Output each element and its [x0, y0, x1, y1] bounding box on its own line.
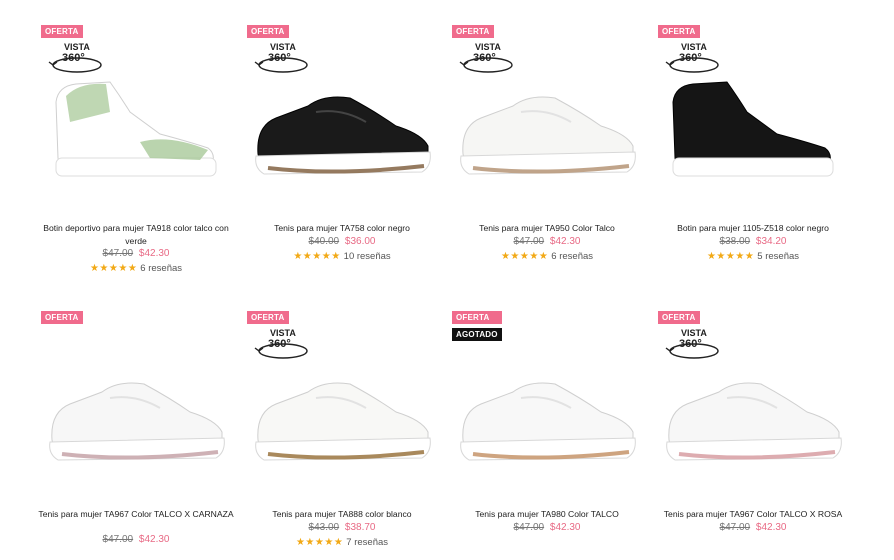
product-title[interactable]: Botin para mujer 1105-Z518 color negro — [655, 222, 851, 235]
product-image[interactable] — [657, 72, 847, 192]
product-card[interactable]: OFERTA Tenis para mujer TA967 Color TALC… — [0, 286, 234, 560]
view-360-label: VISTA — [270, 328, 296, 338]
product-image[interactable] — [246, 358, 436, 478]
view-360-icon[interactable]: VISTA 360° — [48, 42, 106, 76]
product-image[interactable] — [246, 72, 436, 192]
sale-price: $34.20 — [755, 236, 787, 247]
product-price: $47.00 $42.30 — [655, 522, 851, 533]
product-price: $38.00 $34.20 — [655, 236, 851, 247]
product-image[interactable] — [40, 72, 230, 192]
old-price: $47.00 — [102, 248, 134, 259]
product-price: $47.00 $42.30 — [38, 248, 234, 259]
old-price: $47.00 — [513, 522, 545, 533]
badges: OFERTA — [41, 311, 83, 324]
offer-badge: OFERTA — [658, 25, 700, 38]
product-title[interactable]: Tenis para mujer TA967 Color TALCO X ROS… — [655, 508, 851, 521]
badges: OFERTA — [247, 25, 289, 38]
product-image[interactable] — [451, 72, 641, 192]
sale-price: $42.30 — [138, 248, 170, 259]
offer-badge: OFERTA — [41, 311, 83, 324]
badges: OFERTA — [658, 311, 700, 324]
review-count: 7 reseñas — [346, 537, 389, 548]
product-card[interactable]: OFERTA VISTA 360° Tenis para mujer TA888… — [206, 286, 431, 560]
view-360-label: VISTA — [681, 328, 707, 338]
old-price: $47.00 — [513, 236, 545, 247]
badges: OFERTA — [658, 25, 700, 38]
sale-price: $42.30 — [755, 522, 787, 533]
review-count: 10 reseñas — [343, 251, 391, 262]
view-360-label: VISTA — [64, 42, 90, 52]
product-image[interactable] — [40, 358, 230, 478]
sold-out-badge: AGOTADO — [452, 328, 502, 341]
product-title[interactable]: Botin deportivo para mujer TA918 color t… — [38, 222, 234, 248]
old-price: $40.00 — [308, 236, 340, 247]
star-icons: ★★★★★ — [500, 251, 549, 262]
product-image[interactable] — [657, 358, 847, 478]
badges: OFERTA — [247, 311, 289, 324]
review-count: 6 reseñas — [551, 251, 594, 262]
star-icons: ★★★★★ — [293, 251, 341, 262]
view-360-label: VISTA — [681, 42, 707, 52]
product-rating[interactable]: ★★★★★ 6 reseñas — [38, 263, 234, 274]
offer-badge: OFERTA — [452, 25, 494, 38]
old-price: $38.00 — [719, 236, 751, 247]
product-card[interactable]: OFERTA VISTA 360° Tenis para mujer TA967… — [617, 286, 842, 560]
product-card[interactable]: OFERTA VISTA 360° Tenis para mujer TA950… — [411, 0, 636, 280]
product-price: $47.00 $42.30 — [449, 522, 645, 533]
review-count: 6 reseñas — [140, 263, 183, 274]
view-360-label: VISTA — [270, 42, 296, 52]
sale-price: $42.30 — [549, 522, 581, 533]
offer-badge: OFERTA — [41, 25, 83, 38]
star-icons: ★★★★★ — [295, 537, 344, 548]
review-count: 5 reseñas — [757, 251, 800, 262]
product-rating[interactable]: ★★★★★ 6 reseñas — [449, 251, 645, 262]
old-price: $43.00 — [308, 522, 340, 533]
view-360-icon[interactable]: VISTA 360° — [254, 328, 312, 362]
badges: OFERTA — [41, 25, 83, 38]
product-title[interactable]: Tenis para mujer TA967 Color TALCO X CAR… — [38, 508, 234, 521]
product-card[interactable]: OFERTA AGOTADO Tenis para mujer TA980 Co… — [411, 286, 636, 560]
product-price: $47.00 $42.30 — [449, 236, 645, 247]
product-card[interactable]: OFERTA VISTA 360° Botin deportivo para m… — [0, 0, 229, 280]
product-card[interactable]: OFERTA VISTA 360° Botin para mujer 1105-… — [617, 0, 834, 280]
star-icons: ★★★★★ — [706, 251, 755, 262]
offer-badge: OFERTA — [452, 311, 502, 324]
sale-price: $36.00 — [344, 236, 376, 247]
view-360-icon[interactable]: VISTA 360° — [459, 42, 517, 76]
product-card[interactable]: OFERTA VISTA 360° Tenis para mujer TA758… — [206, 0, 431, 280]
view-360-icon[interactable]: VISTA 360° — [254, 42, 312, 76]
sale-price: $38.70 — [344, 522, 376, 533]
product-rating[interactable]: ★★★★★ 5 reseñas — [655, 251, 851, 262]
product-title[interactable]: Tenis para mujer TA980 Color TALCO — [449, 508, 645, 521]
offer-badge: OFERTA — [247, 311, 289, 324]
old-price: $47.00 — [102, 534, 134, 545]
product-price: $47.00 $42.30 — [38, 534, 234, 545]
view-360-icon[interactable]: VISTA 360° — [665, 328, 723, 362]
sale-price: $42.30 — [138, 534, 170, 545]
badges: OFERTA AGOTADO — [452, 311, 502, 341]
badges: OFERTA — [452, 25, 494, 38]
sale-price: $42.30 — [549, 236, 581, 247]
product-title[interactable]: Tenis para mujer TA950 Color Talco — [449, 222, 645, 235]
product-grid: OFERTA VISTA 360° Botin deportivo para m… — [0, 0, 894, 560]
product-image[interactable] — [451, 358, 641, 478]
offer-badge: OFERTA — [247, 25, 289, 38]
view-360-label: VISTA — [475, 42, 501, 52]
view-360-icon[interactable]: VISTA 360° — [665, 42, 723, 76]
old-price: $47.00 — [719, 522, 751, 533]
offer-badge: OFERTA — [658, 311, 700, 324]
star-icons: ★★★★★ — [89, 263, 138, 274]
